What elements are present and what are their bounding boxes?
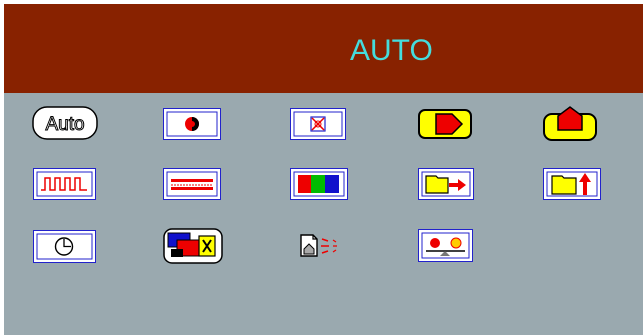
position-left-icon[interactable] bbox=[416, 107, 474, 141]
color-temperature-icon[interactable] bbox=[418, 229, 473, 262]
recall-icon[interactable] bbox=[291, 229, 351, 263]
osd-header: AUTO bbox=[4, 4, 643, 93]
degauss-icon[interactable] bbox=[290, 108, 346, 140]
v-position-icon[interactable] bbox=[543, 168, 601, 200]
color-bars-icon[interactable] bbox=[290, 168, 348, 200]
timer-icon[interactable] bbox=[33, 230, 96, 263]
auto-adjust-icon[interactable]: Auto bbox=[32, 106, 98, 140]
osd-window: AUTO Auto bbox=[0, 0, 643, 335]
position-up-icon[interactable] bbox=[540, 104, 600, 142]
auto-label: Auto bbox=[45, 114, 84, 135]
focus-icon[interactable] bbox=[163, 168, 221, 200]
exit-icon[interactable] bbox=[163, 228, 223, 264]
contrast-icon[interactable] bbox=[163, 108, 221, 140]
h-position-icon[interactable] bbox=[418, 168, 474, 200]
page-title: AUTO bbox=[350, 34, 433, 67]
clock-phase-icon[interactable] bbox=[33, 168, 96, 200]
